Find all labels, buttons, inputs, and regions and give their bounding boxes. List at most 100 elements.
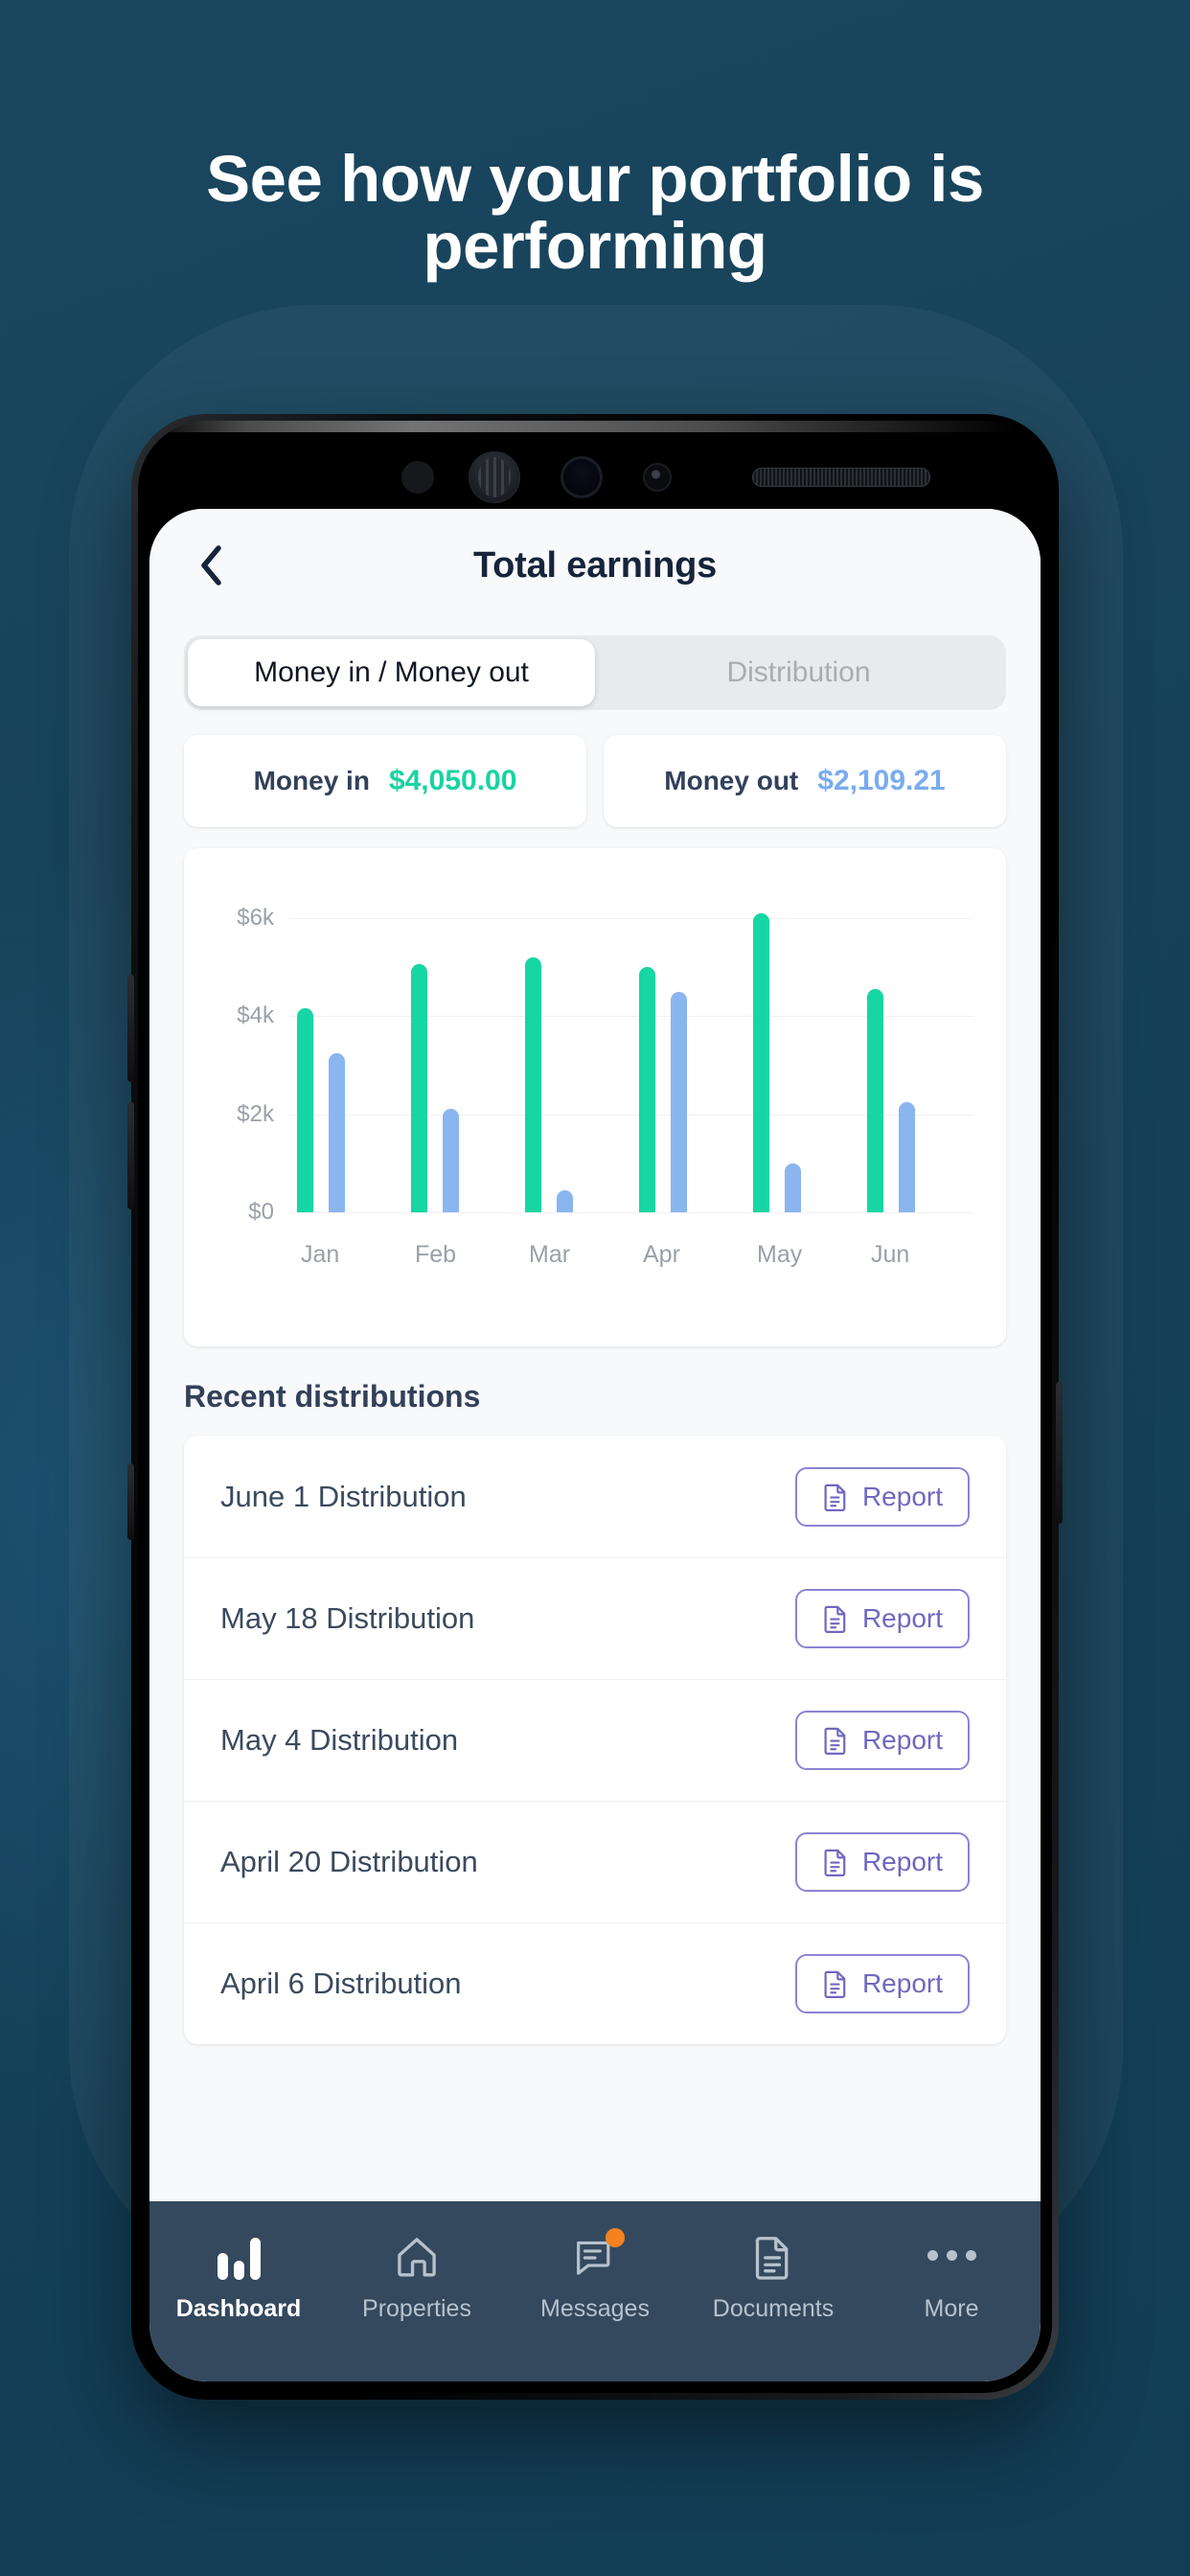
document-icon [824, 1727, 846, 1755]
section-title-recent-distributions: Recent distributions [184, 1379, 481, 1414]
assistant-button[interactable] [127, 1463, 134, 1540]
nav-icon-wrapper [573, 2228, 625, 2280]
nav-icon-wrapper [217, 2230, 261, 2280]
money-in-value: $4,050.00 [388, 765, 517, 796]
money-out-label: Money out [664, 766, 799, 795]
nav-item-properties[interactable]: Properties [328, 2230, 506, 2323]
report-button[interactable]: Report [794, 1954, 970, 2013]
chart-bar [329, 1052, 345, 1212]
nav-item-label: Properties [362, 2295, 471, 2322]
document-icon [755, 2237, 789, 2280]
document-icon [824, 1484, 846, 1511]
phone-mockup: Total earnings Money in / Money out Dist… [127, 414, 1063, 2400]
chart-x-tick-label: Jan [301, 1241, 340, 1268]
report-button[interactable]: Report [794, 1711, 970, 1770]
report-button-label: Report [861, 1847, 943, 1876]
volume-down-button[interactable] [127, 1102, 134, 1209]
distribution-name: April 6 Distribution [220, 1966, 462, 2000]
chart-y-tick-label: $0 [248, 1199, 274, 1225]
distribution-name: May 4 Distribution [220, 1723, 459, 1757]
money-in-card[interactable]: Money in $4,050.00 [184, 735, 586, 827]
chart-y-tick-label: $2k [237, 1100, 274, 1127]
chart-plot-area: $0 $2k $4k $6k [237, 888, 973, 1225]
nav-item-label: More [924, 2295, 979, 2322]
headline-line-2: performing [423, 209, 767, 284]
report-button[interactable]: Report [794, 1466, 970, 1527]
summary-cards: Money in $4,050.00 Money out $2,109.21 [184, 735, 1006, 827]
distribution-row[interactable]: May 18 Distribution Report [184, 1557, 1006, 1679]
distribution-row[interactable]: April 20 Distribution Report [184, 1801, 1006, 1922]
money-in-label: Money in [253, 766, 370, 795]
chart-bar [411, 964, 427, 1212]
chart-x-tick-label: Apr [643, 1241, 680, 1268]
phone-sensor-row [138, 421, 1052, 534]
report-button-label: Report [861, 1725, 943, 1755]
distribution-row[interactable]: June 1 Distribution Report [184, 1436, 1006, 1557]
nav-item-label: Dashboard [175, 2295, 302, 2322]
bottom-navigation: Dashboard Properties Messages Documents More [149, 2201, 1041, 2381]
earnings-chart-card: $0 $2k $4k $6k Jan Feb Mar Apr May Jun [184, 848, 1006, 1346]
chart-x-tick-label: Jun [871, 1241, 910, 1268]
document-icon [824, 1605, 846, 1633]
notification-badge [606, 2228, 625, 2247]
chart-bar [297, 1008, 313, 1212]
chart-bar [753, 912, 769, 1212]
document-icon [824, 1970, 846, 1998]
nav-icon-wrapper [394, 2230, 440, 2280]
promo-headline: See how your portfolio is performing [0, 142, 1190, 284]
report-button[interactable]: Report [794, 1832, 970, 1892]
distribution-name: June 1 Distribution [220, 1479, 467, 1513]
nav-item-label: Messages [540, 2295, 650, 2322]
chart-x-axis-labels: Jan Feb Mar Apr May Jun [289, 1241, 973, 1269]
chart-bar-group [403, 888, 517, 1212]
volume-up-button[interactable] [127, 975, 134, 1082]
page-title: Total earnings [472, 544, 718, 586]
tab-distribution[interactable]: Distribution [595, 639, 1002, 706]
money-out-card[interactable]: Money out $2,109.21 [604, 735, 1006, 827]
proximity-sensor-icon [643, 463, 672, 492]
chart-bar [525, 956, 541, 1212]
tab-money-in-money-out[interactable]: Money in / Money out [188, 639, 595, 706]
distribution-row[interactable]: April 6 Distribution Report [184, 1922, 1006, 2044]
chart-y-tick-label: $4k [237, 1002, 274, 1029]
distributions-list: June 1 Distribution Report May 18 Distribu… [184, 1436, 1006, 2044]
iris-scanner-icon [469, 451, 520, 503]
chart-bar [671, 991, 687, 1212]
nav-icon-wrapper [927, 2230, 976, 2280]
chart-bar [639, 966, 655, 1212]
report-button-label: Report [861, 1481, 943, 1511]
distribution-name: May 18 Distribution [220, 1601, 475, 1635]
chart-x-tick-label: Feb [415, 1241, 457, 1268]
chart-bar-group [859, 888, 973, 1212]
chart-bar [557, 1189, 573, 1212]
chart-gridline: $0 [248, 1199, 973, 1225]
nav-item-dashboard[interactable]: Dashboard [149, 2230, 328, 2323]
report-button[interactable]: Report [794, 1589, 970, 1648]
headline-line-1: See how your portfolio is [206, 142, 984, 216]
distribution-row[interactable]: May 4 Distribution Report [184, 1679, 1006, 1801]
nav-item-more[interactable]: More [862, 2230, 1041, 2323]
chart-bar-group [289, 888, 403, 1212]
chart-bar-group [517, 888, 631, 1212]
nav-icon-wrapper [752, 2230, 794, 2280]
power-button[interactable] [1056, 1382, 1063, 1524]
chart-x-tick-label: May [757, 1241, 803, 1268]
phone-screen: Total earnings Money in / Money out Dist… [149, 509, 1041, 2381]
bar-chart-icon [217, 2238, 261, 2280]
ir-sensor-icon [401, 461, 434, 494]
distribution-name: April 20 Distribution [220, 1845, 478, 1878]
home-icon [398, 2238, 436, 2277]
money-out-value: $2,109.21 [817, 765, 946, 796]
segmented-control: Money in / Money out Distribution [184, 635, 1006, 710]
chart-bar [785, 1162, 801, 1212]
chart-bar [867, 989, 883, 1212]
chart-bar-group [745, 888, 859, 1212]
nav-item-documents[interactable]: Documents [684, 2230, 862, 2323]
chart-bars [289, 888, 973, 1212]
nav-item-messages[interactable]: Messages [506, 2228, 684, 2323]
front-camera-icon [561, 456, 603, 498]
chart-bar [443, 1109, 459, 1212]
chart-bar-group [631, 888, 745, 1212]
chart-x-tick-label: Mar [529, 1241, 571, 1268]
phone-body: Total earnings Money in / Money out Dist… [138, 421, 1052, 2393]
